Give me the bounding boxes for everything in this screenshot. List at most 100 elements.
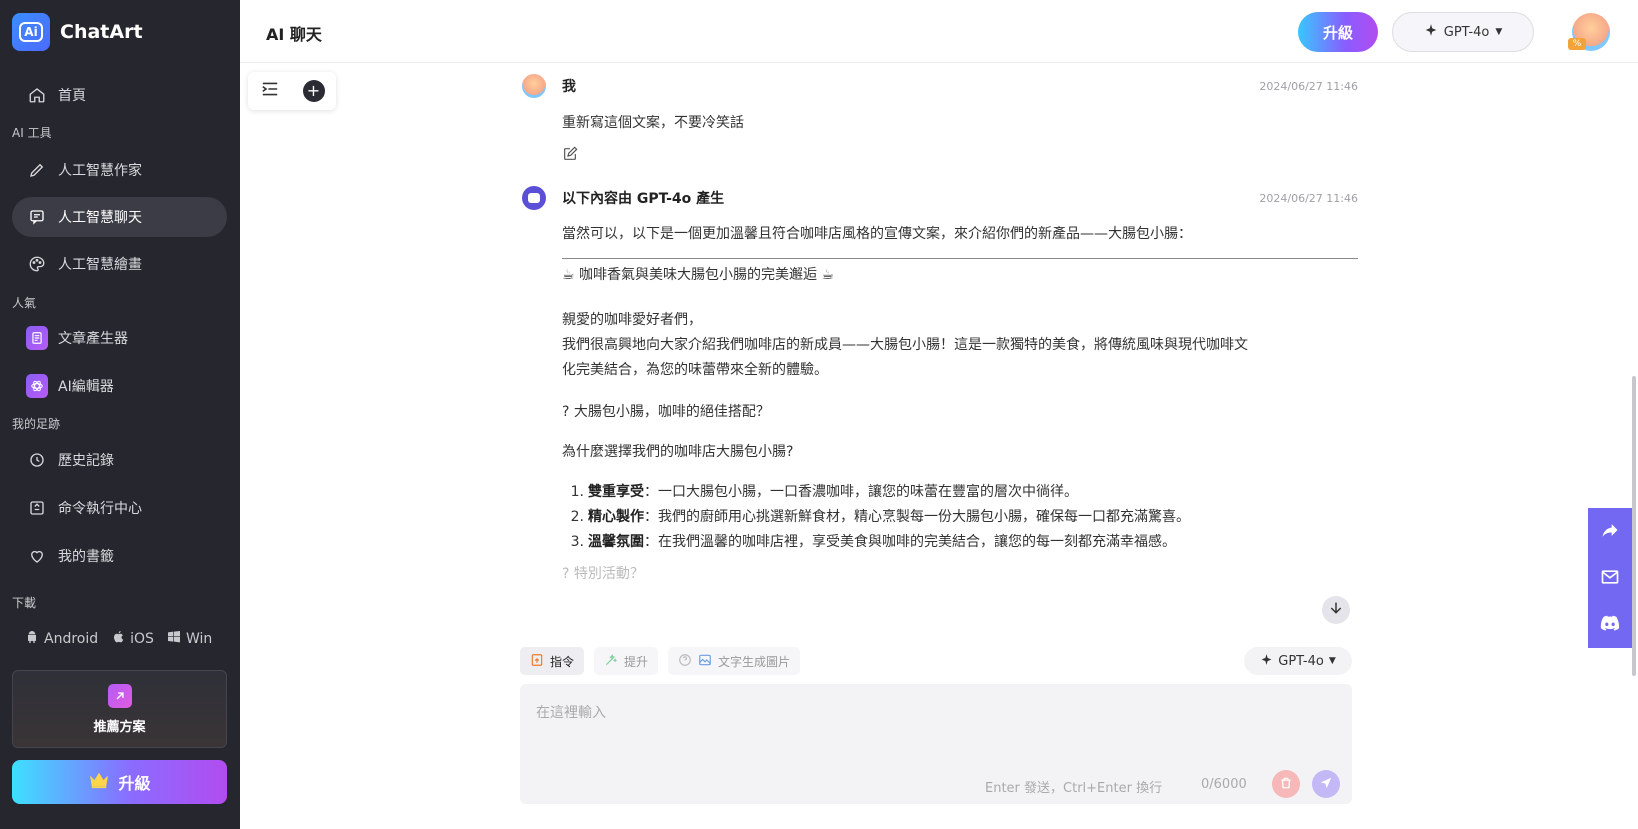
mail-icon[interactable]: [1600, 567, 1620, 591]
page-title: AI 聊天: [266, 25, 322, 44]
heart-icon: [26, 545, 48, 567]
download-android[interactable]: Android: [24, 629, 98, 649]
share-float-bar: [1588, 508, 1632, 648]
windows-icon: [166, 629, 182, 649]
composer-model-selector[interactable]: GPT-4o ▼: [1244, 647, 1352, 675]
atom-app-icon: [26, 374, 48, 398]
sparkle-icon: [1424, 23, 1438, 41]
list-item: 2. 精心製作 ：我們的廚師用心挑選新鮮食材，精心烹製每一份大腸包小腸，確保每一口…: [570, 509, 1190, 525]
bot-avatar: [522, 186, 546, 210]
sidebar-item-ai-writer[interactable]: 人工智慧作家: [12, 150, 227, 190]
edit-icon[interactable]: [562, 146, 578, 166]
page-scrollbar[interactable]: [1632, 376, 1636, 676]
bot-question: ? 大腸包小腸，咖啡的絕佳搭配？: [562, 404, 770, 420]
user-message-name: 我: [562, 79, 576, 95]
home-icon: [26, 84, 48, 106]
bot-message-name: 以下內容由 GPT-4o 產生: [562, 191, 725, 207]
sidebar: Ai ChatArt 首頁 AI 工具 人工智慧作家 人工智慧聊天 人工智慧繪畫…: [0, 0, 240, 829]
sidebar-item-home[interactable]: 首頁: [12, 75, 227, 115]
bot-paragraph-line: 化完美結合，為您的味蕾帶來全新的體驗。: [562, 362, 828, 378]
user-message-avatar: [522, 74, 546, 98]
sidebar-item-label: 人工智慧聊天: [58, 210, 142, 226]
user-message-text: 重新寫這個文案，不要冷笑話: [562, 115, 744, 131]
sidebar-item-article-generator[interactable]: 文章產生器: [12, 318, 227, 358]
app-logo[interactable]: Ai ChatArt: [12, 13, 143, 51]
user-message-time: 2024/06/27 11:46: [1259, 79, 1358, 93]
header-upgrade-button[interactable]: 升級: [1298, 12, 1378, 52]
bot-question: 為什麼選擇我們的咖啡店大腸包小腸?: [562, 444, 794, 460]
arrow-up-right-icon: [107, 683, 132, 708]
palette-icon: [26, 253, 48, 275]
sidebar-item-ai-chat[interactable]: 人工智慧聊天: [12, 197, 227, 237]
pencil-icon: [26, 159, 48, 181]
collapse-list-icon[interactable]: [260, 81, 280, 101]
bot-headline: ☕ 咖啡香氣與美味大腸包小腸的完美邂逅 ☕: [562, 267, 835, 283]
caret-down-icon: ▼: [1328, 656, 1336, 666]
user-message-header: 我 2024/06/27 11:46: [522, 74, 1358, 98]
share-icon[interactable]: [1600, 520, 1620, 544]
sidebar-upgrade-button[interactable]: 升級: [12, 760, 227, 804]
sidebar-item-label: 人工智慧繪畫: [58, 257, 142, 273]
document-app-icon: [26, 326, 48, 350]
sidebar-item-bookmarks[interactable]: 我的書籤: [12, 536, 227, 576]
section-label-footprint: 我的足跡: [12, 417, 61, 431]
chat-toolbar: +: [248, 72, 336, 110]
model-selector[interactable]: GPT-4o ▼: [1392, 12, 1534, 52]
char-count: 0/6000: [1201, 777, 1247, 792]
sidebar-item-label: AI編輯器: [58, 379, 114, 395]
magic-wand-icon: [604, 653, 618, 670]
list-item: 1. 雙重享受 ：一口大腸包小腸，一口香濃咖啡，讓您的味蕾在豐富的層次中徜徉。: [570, 484, 1078, 500]
help-circle-icon: [678, 653, 692, 670]
trash-icon: [1279, 775, 1293, 794]
clear-button[interactable]: [1272, 770, 1300, 798]
crown-icon: [88, 771, 110, 793]
history-icon: [26, 449, 48, 471]
command-doc-icon: [530, 653, 544, 670]
sidebar-item-command-center[interactable]: 命令執行中心: [12, 488, 227, 528]
sidebar-item-label: 我的書籤: [58, 549, 114, 565]
top-header: AI 聊天 升級 GPT-4o ▼ %: [240, 0, 1638, 63]
bot-message-time: 2024/06/27 11:46: [1259, 191, 1358, 205]
text-to-image-chip[interactable]: 文字生成圖片: [668, 647, 801, 675]
bot-question-faded: ? 特別活動？: [562, 566, 644, 582]
bot-greeting: 親愛的咖啡愛好者們，: [562, 312, 702, 328]
sidebar-item-label: 文章產生器: [58, 331, 128, 347]
chat-messages: 我 2024/06/27 11:46 重新寫這個文案，不要冷笑話 以下內容由 G…: [522, 64, 1358, 594]
bot-feature-list: 1. 雙重享受 ：一口大腸包小腸，一口香濃咖啡，讓您的味蕾在豐富的層次中徜徉。 2…: [562, 480, 1190, 555]
sidebar-item-history[interactable]: 歷史記錄: [12, 440, 227, 480]
bot-intro: 當然可以，以下是一個更加溫馨且符合咖啡店風格的宣傳文案，來介紹你們的新產品——大…: [562, 226, 1192, 242]
message-composer[interactable]: 在這裡輸入 Enter 發送，Ctrl+Enter 換行 0/6000: [520, 684, 1352, 804]
recommend-plan-label: 推薦方案: [93, 719, 146, 735]
download-ios[interactable]: iOS: [110, 629, 154, 649]
section-label-ai-tools: AI 工具: [12, 126, 52, 140]
discord-icon[interactable]: [1599, 614, 1621, 636]
new-chat-button[interactable]: +: [302, 80, 325, 102]
send-button[interactable]: [1312, 770, 1340, 798]
sidebar-item-ai-painting[interactable]: 人工智慧繪畫: [12, 244, 227, 284]
section-label-download: 下載: [12, 596, 37, 610]
download-win[interactable]: Win: [166, 629, 212, 649]
recommend-plan-card[interactable]: 推薦方案: [12, 670, 227, 748]
bot-message-header: 以下內容由 GPT-4o 產生 2024/06/27 11:46: [522, 186, 1358, 210]
bot-paragraph-line: 我們很高興地向大家介紹我們咖啡店的新成員——大腸包小腸！這是一款獨特的美食，將傳…: [562, 337, 1248, 353]
message-input[interactable]: 在這裡輸入: [536, 702, 606, 722]
app-name: ChatArt: [60, 21, 143, 43]
section-label-popular: 人氣: [12, 296, 37, 310]
apple-icon: [110, 629, 126, 649]
divider: [562, 258, 1358, 259]
send-hint: Enter 發送，Ctrl+Enter 換行: [985, 781, 1163, 796]
command-icon: [26, 497, 48, 519]
command-chip[interactable]: 指令: [520, 647, 585, 675]
android-icon: [24, 629, 40, 649]
sidebar-item-label: 首頁: [58, 88, 86, 104]
list-item: 3. 溫馨氛圍 ：在我們溫馨的咖啡店裡，享受美食與咖啡的完美結合，讓您的每一刻都充…: [570, 534, 1176, 550]
sparkle-icon: [1260, 653, 1273, 670]
boost-chip[interactable]: 提升: [594, 647, 659, 675]
image-icon: [698, 653, 712, 670]
sidebar-item-ai-editor[interactable]: AI編輯器: [12, 366, 227, 406]
chat-icon: [26, 206, 48, 228]
sidebar-item-label: 歷史記錄: [58, 453, 114, 469]
logo-icon: Ai: [12, 13, 50, 51]
arrow-down-icon: [1328, 600, 1344, 620]
scroll-to-bottom-button[interactable]: [1322, 596, 1350, 624]
